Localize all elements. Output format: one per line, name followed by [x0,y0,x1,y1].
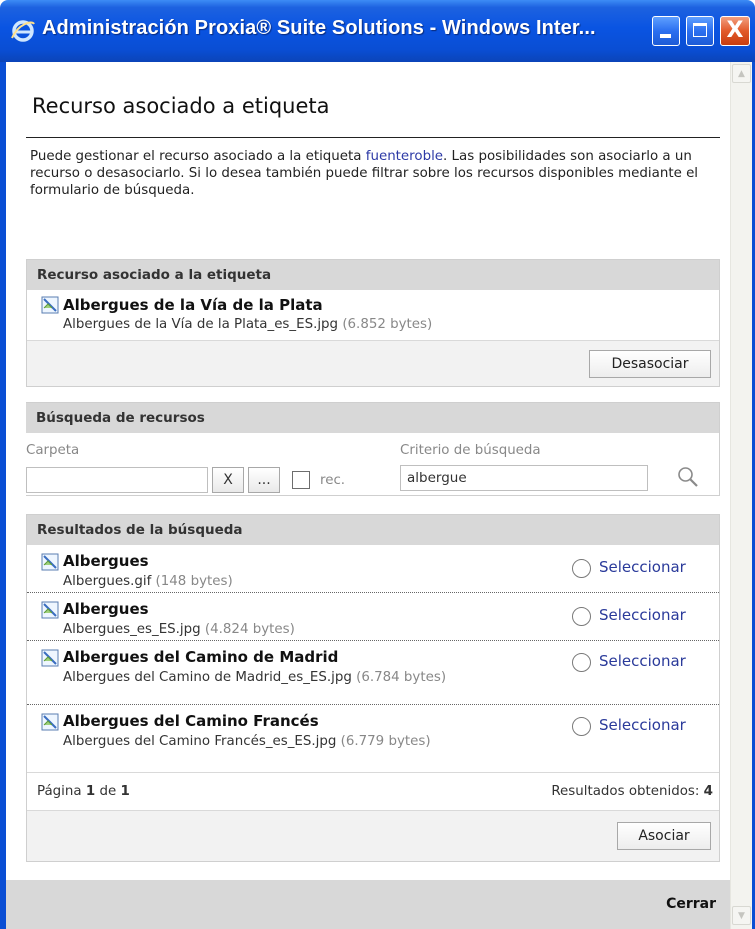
page-title: Recurso asociado a etiqueta [32,94,330,118]
window-title: Administración Proxia® Suite Solutions -… [42,17,596,39]
pager-text: Página 1 de 1 [37,784,130,799]
pager-total: 1 [120,784,130,799]
intro-text-prefix: Puede gestionar el recurso asociado a la… [30,149,366,164]
result-file: Albergues del Camino de Madrid_es_ES.jpg… [63,669,533,686]
scroll-up-button[interactable]: ▲ [732,64,751,83]
select-result-link[interactable]: Seleccionar [599,606,686,624]
select-result-link[interactable]: Seleccionar [599,652,686,670]
results-pager: Página 1 de 1 Resultados obtenidos: 4 [27,772,719,810]
associated-resource-panel: Recurso asociado a la etiqueta Albergues… [26,259,720,387]
result-file: Albergues del Camino Francés_es_ES.jpg (… [63,733,533,750]
associated-file-name: Albergues de la Vía de la Plata_es_ES.jp… [63,317,339,332]
window-titlebar[interactable]: Administración Proxia® Suite Solutions -… [0,0,755,62]
result-row: Albergues del Camino Francés Albergues d… [27,705,719,767]
select-result-link[interactable]: Seleccionar [599,558,686,576]
result-file-size: (148 bytes) [155,574,233,589]
folder-input[interactable] [26,467,208,493]
select-radio[interactable] [572,559,591,578]
image-file-icon [41,296,59,314]
result-title: Albergues [63,552,149,570]
results-count: Resultados obtenidos: 4 [551,784,713,799]
pager-current: 1 [85,784,96,799]
result-file-name: Albergues.gif [63,574,152,589]
tag-name: fuenteroble [365,149,444,164]
scroll-down-button[interactable]: ▼ [732,906,751,925]
browse-folder-button[interactable]: ... [248,467,280,493]
associate-button[interactable]: Asociar [617,822,711,850]
result-file-size: (6.784 bytes) [356,670,447,685]
close-window-button[interactable]: X [720,16,750,46]
vertical-scrollbar[interactable]: ▲ ▼ [730,62,752,929]
search-criteria-input[interactable]: albergue [400,465,648,491]
results-actions: Asociar [27,810,719,861]
search-results-panel: Resultados de la búsqueda Albergues Albe… [26,514,720,862]
associated-file-size: (6.852 bytes) [342,317,433,332]
recursive-label: rec. [320,473,346,488]
internet-explorer-icon [11,20,35,42]
dialog-footer: Cerrar [6,880,730,929]
result-title: Albergues del Camino de Madrid [63,648,339,666]
result-file-name: Albergues del Camino Francés_es_ES.jpg [63,734,337,749]
close-dialog-link[interactable]: Cerrar [666,896,716,912]
magnifier-icon[interactable] [676,465,700,489]
close-icon: X [726,18,744,43]
result-file: Albergues.gif (148 bytes) [63,573,233,590]
pager-of: de [99,784,117,799]
image-file-icon [41,713,59,731]
results-count-value: 4 [703,784,713,799]
select-radio[interactable] [572,607,591,626]
result-row: Albergues del Camino de Madrid Albergues… [27,641,719,703]
search-results-header: Resultados de la búsqueda [27,515,719,545]
image-file-icon [41,649,59,667]
clear-folder-button[interactable]: X [212,467,244,493]
title-divider [26,137,720,138]
result-file: Albergues_es_ES.jpg (4.824 bytes) [63,621,295,638]
unassociate-button[interactable]: Desasociar [589,350,711,378]
associated-resource-file: Albergues de la Vía de la Plata_es_ES.jp… [63,316,432,333]
result-file-size: (4.824 bytes) [204,622,295,637]
result-title: Albergues [63,600,149,618]
resource-search-header: Búsqueda de recursos [26,403,719,433]
maximize-button[interactable] [686,16,714,46]
result-row: Albergues Albergues.gif (148 bytes) Sele… [27,545,719,591]
result-file-name: Albergues del Camino de Madrid_es_ES.jpg [63,670,352,685]
associated-actions: Desasociar [27,340,719,386]
resource-search-panel: Búsqueda de recursos Carpeta X ... rec. … [26,402,720,496]
image-file-icon [41,553,59,571]
recursive-checkbox[interactable] [292,471,310,489]
select-result-link[interactable]: Seleccionar [599,716,686,734]
pager-prefix: Página [37,784,82,799]
image-file-icon [41,601,59,619]
associated-resource-title: Albergues de la Vía de la Plata [63,296,323,314]
result-file-size: (6.779 bytes) [340,734,431,749]
minimize-button[interactable] [652,16,680,46]
results-count-label: Resultados obtenidos: [551,784,700,799]
search-criteria-label: Criterio de búsqueda [400,443,541,458]
associated-resource-header: Recurso asociado a la etiqueta [27,260,719,290]
intro-text: Puede gestionar el recurso asociado a la… [30,148,720,199]
result-title: Albergues del Camino Francés [63,712,319,730]
result-file-name: Albergues_es_ES.jpg [63,622,201,637]
select-radio[interactable] [572,717,591,736]
dialog-content: Recurso asociado a etiqueta Puede gestio… [6,62,730,929]
result-row: Albergues Albergues_es_ES.jpg (4.824 byt… [27,593,719,639]
select-radio[interactable] [572,653,591,672]
folder-label: Carpeta [26,443,80,458]
